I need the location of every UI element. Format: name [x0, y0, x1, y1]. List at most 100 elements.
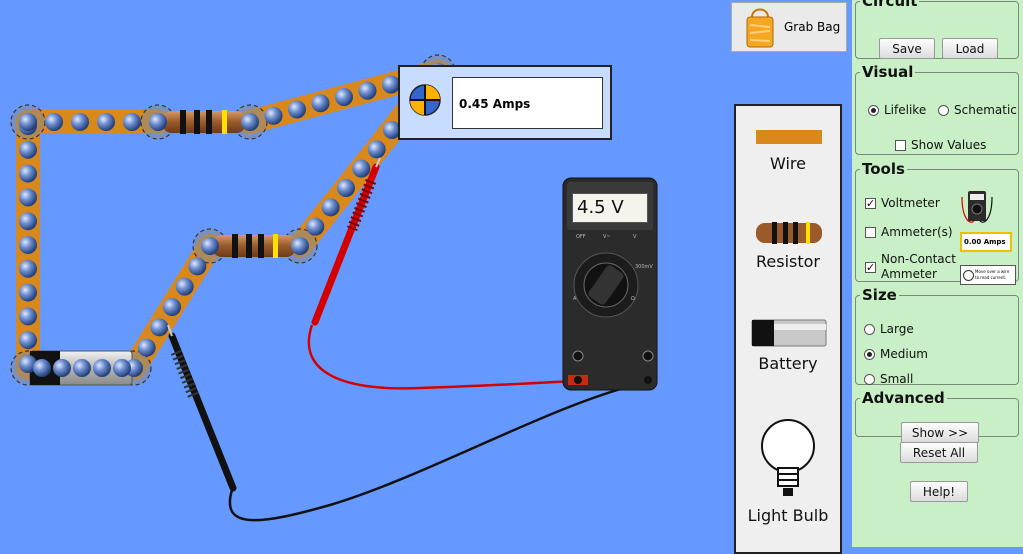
electron: [33, 359, 51, 377]
battery-icon: [751, 319, 827, 347]
lifelike-label: Lifelike: [884, 103, 927, 117]
tools-title: Tools: [862, 160, 905, 178]
toolbox-battery[interactable]: Battery: [736, 316, 840, 376]
electron: [337, 179, 355, 197]
svg-text:300mV: 300mV: [635, 264, 653, 270]
reset-all-button[interactable]: Reset All: [900, 442, 978, 463]
toolbox-wire[interactable]: Wire: [736, 124, 840, 184]
control-panel: Circuit Save Load Visual Lifelike Schema…: [852, 0, 1023, 547]
schematic-radio[interactable]: Schematic: [938, 103, 1017, 117]
grab-bag-label: Grab Bag: [784, 20, 841, 34]
checkbox-icon: [865, 226, 876, 238]
ammeters-checkbox[interactable]: Ammeter(s): [865, 225, 953, 239]
electron: [367, 140, 386, 159]
save-button[interactable]: Save: [879, 38, 935, 59]
lifelike-radio[interactable]: Lifelike: [868, 103, 926, 117]
electron: [123, 113, 141, 131]
electron: [264, 106, 283, 125]
toolbox-light-bulb[interactable]: Light Bulb: [736, 414, 840, 534]
show-values-checkbox[interactable]: Show Values: [895, 138, 986, 152]
radio-icon: [864, 323, 875, 335]
circuit-playground[interactable]: OFF V~ V 300mV Ω A 0.45 Amps 4.5 V Grab Bag …: [0, 0, 852, 554]
ammeter-thumbnail[interactable]: 0.00 Amps: [960, 232, 1012, 252]
electron: [149, 113, 167, 131]
electron: [188, 257, 207, 276]
svg-text:A: A: [573, 296, 577, 302]
voltmeter-thumbnail-icon[interactable]: [960, 189, 994, 229]
voltmeter-label: Voltmeter: [881, 196, 940, 210]
electron: [201, 237, 219, 255]
electron: [19, 164, 37, 183]
visual-title: Visual: [862, 63, 914, 81]
crosshair-icon: [963, 270, 974, 281]
ammeter-icon: [409, 84, 441, 116]
electron: [288, 100, 306, 119]
toolbox-resistor-label: Resistor: [756, 252, 820, 271]
size-small-label: Small: [880, 372, 914, 386]
electron: [19, 283, 37, 302]
wire-icon: [756, 130, 822, 144]
voltmeter-checkbox[interactable]: ✓ Voltmeter: [865, 196, 940, 210]
toolbox-resistor[interactable]: Resistor: [736, 216, 840, 276]
advanced-title: Advanced: [862, 389, 945, 407]
bag-icon: [746, 8, 774, 48]
non-contact-thumb-text: Move over a wire to read current.: [975, 269, 1010, 280]
black-probe[interactable]: [167, 324, 237, 492]
radio-icon: [864, 373, 875, 385]
electron: [352, 159, 371, 178]
tools-group: Tools ✓ Voltmeter Ammeter(s) ✓ Non-Contac…: [855, 160, 1019, 285]
size-title: Size: [862, 286, 897, 304]
grab-bag-button[interactable]: Grab Bag: [731, 2, 847, 52]
size-group: Size Large Medium Small: [855, 286, 1019, 386]
size-large-radio[interactable]: Large: [864, 322, 914, 336]
toolbox-wire-label: Wire: [770, 154, 806, 173]
circuit-group: Circuit Save Load: [855, 0, 1019, 59]
electron: [175, 277, 194, 296]
resistor-icon: [756, 222, 822, 244]
checkbox-checked-icon: ✓: [865, 196, 876, 210]
electron: [241, 113, 259, 131]
electron: [45, 113, 63, 131]
radio-selected-icon: [864, 348, 875, 360]
non-contact-ammeter[interactable]: 0.45 Amps: [398, 65, 612, 140]
advanced-group: Advanced Show >>: [855, 389, 1019, 443]
electron: [311, 94, 330, 113]
electron: [93, 359, 111, 377]
non-contact-ammeter-checkbox[interactable]: ✓ Non-Contact Ammeter: [865, 252, 956, 282]
circuit-title: Circuit: [862, 0, 918, 10]
component-toolbox: Wire Resistor Battery Light Bulb: [734, 104, 842, 554]
electron: [19, 188, 37, 207]
electron: [73, 359, 91, 377]
electron: [306, 217, 325, 236]
show-values-label: Show Values: [911, 138, 987, 152]
toolbox-battery-label: Battery: [758, 354, 818, 373]
svg-text:Ω: Ω: [631, 296, 635, 302]
help-button[interactable]: Help!: [910, 481, 968, 502]
checkbox-checked-icon: ✓: [865, 260, 876, 274]
visual-group: Visual Lifelike Schematic Show Values: [855, 63, 1019, 155]
schematic-label: Schematic: [954, 103, 1017, 117]
electron: [113, 359, 131, 377]
electron: [19, 140, 37, 159]
electron: [321, 198, 340, 217]
checkbox-icon: [895, 139, 906, 151]
radio-selected-icon: [868, 104, 879, 116]
electron: [97, 113, 115, 131]
junctions[interactable]: [10, 54, 456, 386]
size-medium-radio[interactable]: Medium: [864, 347, 928, 361]
light-bulb-icon: [761, 419, 815, 496]
svg-text:V: V: [633, 234, 637, 240]
electron: [137, 338, 156, 357]
electron: [19, 236, 37, 254]
ammeter-reading: 0.45 Amps: [452, 77, 603, 129]
advanced-show-button[interactable]: Show >>: [901, 422, 979, 443]
electron: [291, 237, 309, 255]
resistor-middle[interactable]: [212, 234, 296, 258]
electron: [19, 212, 37, 231]
voltmeter-reading: 4.5 V: [572, 193, 648, 223]
size-small-radio[interactable]: Small: [864, 372, 913, 386]
non-contact-thumbnail[interactable]: Move over a wire to read current.: [960, 265, 1016, 285]
resistor-top[interactable]: [162, 110, 246, 134]
electron: [358, 81, 377, 100]
load-button[interactable]: Load: [942, 38, 998, 59]
